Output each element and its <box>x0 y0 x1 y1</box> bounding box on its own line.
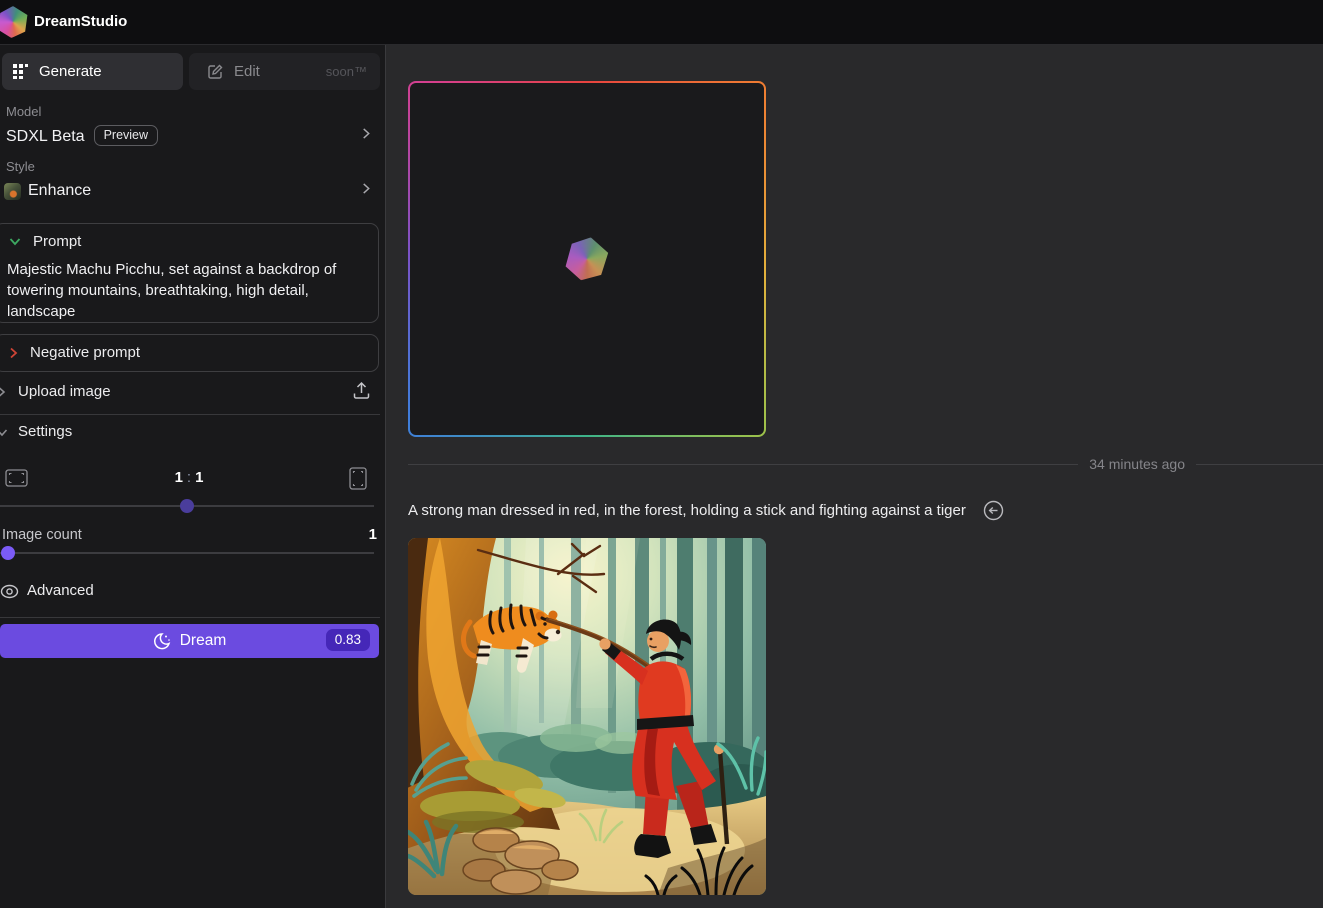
placeholder-inner <box>410 83 764 435</box>
grid-icon <box>12 63 29 80</box>
negative-prompt-card[interactable]: Negative prompt <box>0 334 379 372</box>
prompt-title: Prompt <box>33 233 81 250</box>
model-value: SDXL Beta <box>6 128 85 145</box>
main-area: 34 minutes ago A strong man dressed in r… <box>387 45 1323 908</box>
divider <box>0 414 380 415</box>
upload-icon[interactable] <box>352 381 371 400</box>
generation-row: A strong man dressed in red, in the fore… <box>408 500 1004 521</box>
aspect-ratio-value: 1:1 <box>0 469 379 486</box>
negative-prompt-title: Negative prompt <box>30 344 140 361</box>
style-chevron-right-icon[interactable] <box>361 183 371 193</box>
generating-image-placeholder <box>408 81 766 437</box>
portrait-aspect-icon[interactable] <box>349 467 367 490</box>
aspect-ratio-slider[interactable] <box>0 505 374 507</box>
dreamstudio-logo-icon <box>0 6 29 38</box>
tab-edit-label: Edit <box>234 63 260 80</box>
app-title: DreamStudio <box>34 13 127 30</box>
dream-cost-badge: 0.83 <box>326 629 370 651</box>
generation-prompt-text: A strong man dressed in red, in the fore… <box>408 502 966 519</box>
advanced-label: Advanced <box>27 582 94 599</box>
upload-image-label: Upload image <box>18 383 111 400</box>
image-count-value: 1 <box>369 526 377 543</box>
dream-button-label: Dream <box>180 632 227 650</box>
history-divider: 34 minutes ago <box>408 457 1323 471</box>
model-label: Model <box>6 104 41 119</box>
negative-prompt-expand-chevron-icon[interactable] <box>9 347 18 359</box>
tab-edit[interactable]: Edit soon™ <box>189 53 380 90</box>
tab-edit-soon-badge: soon™ <box>326 64 367 79</box>
settings-collapse-chevron-icon <box>0 428 8 437</box>
aspect-ratio-row: 1:1 <box>0 465 379 495</box>
image-count-slider[interactable] <box>0 552 374 554</box>
tab-generate-label: Generate <box>39 63 102 80</box>
dream-button[interactable]: Dream 0.83 <box>0 624 379 658</box>
image-count-slider-handle[interactable] <box>1 546 15 560</box>
advanced-row[interactable]: Advanced <box>0 581 379 603</box>
reuse-prompt-icon[interactable] <box>983 500 1004 521</box>
dreamstudio-loading-logo-icon <box>562 234 613 285</box>
model-row[interactable]: SDXL Beta Preview <box>6 125 158 146</box>
upload-image-row[interactable]: Upload image <box>0 381 379 413</box>
top-bar: DreamStudio <box>0 0 1323 45</box>
model-preview-badge: Preview <box>94 125 158 146</box>
settings-row[interactable]: Settings <box>0 421 379 445</box>
eye-icon <box>0 584 19 599</box>
divider <box>0 617 380 618</box>
tab-generate[interactable]: Generate <box>2 53 183 90</box>
aspect-ratio-slider-handle[interactable] <box>180 499 194 513</box>
prompt-text-input[interactable]: Majestic Machu Picchu, set against a bac… <box>7 259 363 322</box>
style-value: Enhance <box>28 182 91 199</box>
edit-pencil-icon <box>207 63 224 80</box>
settings-label: Settings <box>18 423 72 440</box>
generated-image[interactable] <box>408 538 766 895</box>
sidebar: Generate Edit soon™ Model SDXL Beta Previ… <box>0 45 386 908</box>
image-count-label: Image count <box>2 527 82 543</box>
prompt-card[interactable]: Prompt Majestic Machu Picchu, set agains… <box>0 223 379 323</box>
upload-expand-chevron-icon <box>0 386 6 398</box>
style-thumbnail-icon <box>4 183 21 200</box>
prompt-collapse-chevron-icon[interactable] <box>9 237 21 246</box>
model-chevron-right-icon[interactable] <box>361 128 371 138</box>
moon-icon <box>153 632 172 651</box>
style-row[interactable]: Enhance <box>28 182 91 200</box>
style-label: Style <box>6 159 35 174</box>
history-timestamp: 34 minutes ago <box>1078 456 1196 472</box>
